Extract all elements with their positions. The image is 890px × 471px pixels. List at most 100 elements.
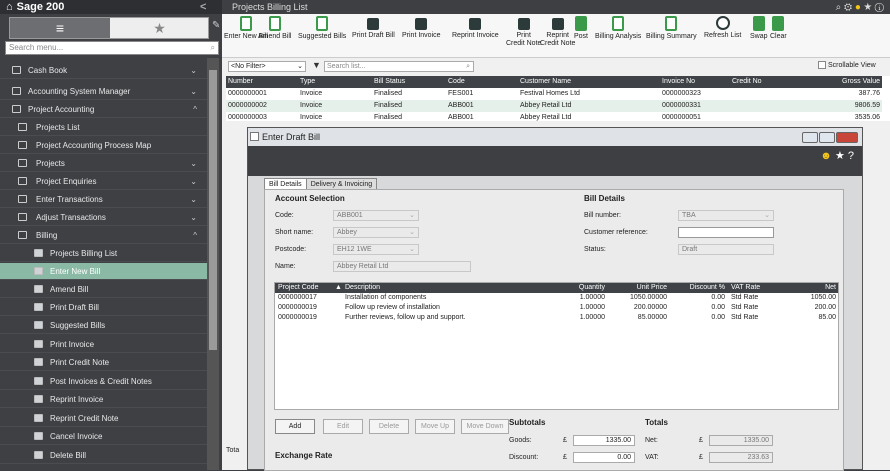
sort-ascending-icon[interactable]: ▲ — [335, 283, 342, 293]
nav-billing[interactable]: Billing ^ — [0, 227, 207, 244]
project-accounting-icon — [12, 105, 21, 113]
bill-line-row[interactable]: 0000000019 Further reviews, follow up and… — [275, 313, 838, 323]
nav-cancel-invoice[interactable]: Cancel Invoice — [0, 428, 207, 445]
nav-projects-billing-list[interactable]: Projects Billing List — [0, 245, 207, 262]
move-down-button[interactable]: Move Down — [461, 419, 509, 434]
delete-button[interactable]: Delete — [369, 419, 409, 434]
list-search-input[interactable]: Search list... ⌕ — [324, 61, 474, 72]
bill-line-row[interactable]: 0000000019 Follow up review of installati… — [275, 303, 838, 313]
code-field[interactable]: ABB001 ⌄ — [333, 210, 419, 221]
nav-projects[interactable]: Projects ⌄ — [0, 155, 207, 172]
nav-projects-list[interactable]: Projects List — [0, 119, 207, 136]
grid-row[interactable]: 0000000003 Invoice Finalised ABB001 Abbey Re… — [226, 112, 882, 124]
toolbar-button-print-credit-note[interactable]: Print Credit Note — [506, 16, 541, 48]
nav-print-credit-note[interactable]: Print Credit Note — [0, 354, 207, 371]
search-icon[interactable]: ⌕ — [211, 42, 215, 54]
customer-reference-field[interactable] — [678, 227, 774, 238]
help-icon[interactable]: ? — [848, 150, 854, 162]
nav-reprint-credit-note[interactable]: Reprint Credit Note — [0, 410, 207, 427]
filter-icon[interactable]: ▼ — [312, 60, 321, 70]
nav-project-enquiries[interactable]: Project Enquiries ⌄ — [0, 173, 207, 190]
line-cell: 0.00 — [711, 304, 725, 311]
name-value: Abbey Retail Ltd — [337, 263, 389, 270]
form-icon — [34, 303, 43, 311]
nav-accounting-system-manager[interactable]: Accounting System Manager ⌄ — [0, 83, 207, 100]
toolbar-label: Print Invoice — [402, 32, 441, 39]
chevron-down-icon: ⌄ — [297, 63, 303, 70]
toolbar-button-reprint-credit-note[interactable]: Reprint Credit Note — [540, 16, 575, 48]
bill-number-field[interactable]: TBA ⌄ — [678, 210, 774, 221]
bill-details-heading: Bill Details — [584, 194, 625, 203]
star-icon[interactable]: ★ — [835, 150, 845, 162]
vat-label: VAT: — [645, 454, 659, 461]
filter-select[interactable]: <No Filter> ⌄ — [228, 61, 306, 72]
short-name-field[interactable]: Abbey ⌄ — [333, 227, 419, 238]
scrollable-view-toggle[interactable]: Scrollable View — [818, 61, 876, 69]
settings-icon[interactable]: ⚙ — [844, 2, 852, 13]
status-value: Draft — [682, 246, 698, 253]
close-button[interactable] — [836, 132, 858, 143]
move-up-button[interactable]: Move Up — [415, 419, 455, 434]
toolbar-button-refresh-list[interactable]: Refresh List — [704, 16, 741, 40]
chevron-down-icon: ⌄ — [190, 177, 197, 186]
minimize-button[interactable] — [802, 132, 818, 143]
grid-row[interactable]: 0000000002 Invoice Finalised ABB001 Abbey Re… — [226, 100, 882, 112]
toolbar-button-print-draft-bill[interactable]: Print Draft Bill — [352, 16, 395, 40]
nav-process-map[interactable]: Project Accounting Process Map — [0, 137, 207, 154]
help-icon[interactable]: ⓘ — [875, 2, 884, 13]
collapse-icon[interactable]: < — [200, 0, 206, 14]
nav-cash-book[interactable]: Cash Book ⌄ — [0, 62, 207, 79]
search-icon[interactable]: ⌕ — [466, 62, 470, 71]
chevron-down-icon: ⌄ — [190, 66, 197, 75]
nav-project-accounting[interactable]: Project Accounting ^ — [0, 101, 207, 118]
maximize-button[interactable] — [819, 132, 835, 143]
toolbar-button-billing-analysis[interactable]: Billing Analysis — [595, 16, 641, 41]
nav-reprint-invoice[interactable]: Reprint Invoice — [0, 391, 207, 408]
edit-button[interactable]: Edit — [323, 419, 363, 434]
nav-enter-new-bill[interactable]: Enter New Bill — [0, 263, 207, 280]
lightbulb-icon[interactable]: ● — [855, 2, 861, 13]
nav-delete-bill[interactable]: Delete Bill — [0, 447, 207, 464]
nav-amend-bill[interactable]: Amend Bill — [0, 281, 207, 298]
grid-cell: Invoice — [300, 114, 323, 121]
nav-enter-transactions[interactable]: Enter Transactions ⌄ — [0, 191, 207, 208]
zoom-icon[interactable]: ⌕ — [836, 2, 842, 13]
line-cell: 0000000019 — [278, 304, 317, 311]
nav-label: Projects List — [36, 123, 80, 132]
grid-cell: 0000000331 — [662, 102, 701, 109]
toolbar-button-suggested-bills[interactable]: Suggested Bills — [298, 16, 346, 41]
sidebar-scroll-thumb[interactable] — [209, 70, 217, 350]
lines-header-row: Project Code Description Quantity Unit Pric… — [275, 283, 838, 293]
scrollable-view-checkbox[interactable] — [818, 61, 826, 69]
grid-row[interactable]: 0000000001 Invoice Finalised FES001 Festival… — [226, 88, 882, 100]
goods-field[interactable]: 1335.00 — [573, 435, 635, 446]
toolbar-button-post[interactable]: Post — [574, 16, 588, 41]
nav-print-invoice[interactable]: Print Invoice — [0, 336, 207, 353]
toolbar-button-billing-summary[interactable]: Billing Summary — [646, 16, 697, 41]
grid-header-row: Number Type Bill Status Code Customer Name In… — [226, 76, 882, 88]
discount-field[interactable]: 0.00 — [573, 452, 635, 463]
toolbar-button-reprint-invoice[interactable]: Reprint Invoice — [452, 16, 499, 40]
nav-adjust-transactions[interactable]: Adjust Transactions ⌄ — [0, 209, 207, 226]
toolbar-button-swap[interactable]: Swap — [750, 16, 768, 41]
menu-search-input[interactable]: Search menu... ⌕ — [5, 41, 219, 55]
toolbar-button-print-invoice[interactable]: Print Invoice — [402, 16, 441, 40]
home-icon[interactable]: ⌂ — [6, 0, 13, 14]
feedback-icon[interactable]: ☻ — [820, 150, 832, 162]
toolbar-button-amend-bill[interactable]: Amend Bill — [258, 16, 291, 41]
star-icon[interactable]: ★ — [864, 2, 872, 13]
nav-print-draft-bill[interactable]: Print Draft Bill — [0, 299, 207, 316]
nav-post-invoices[interactable]: Post Invoices & Credit Notes — [0, 373, 207, 390]
bill-line-row[interactable]: 0000000017 Installation of components 1.00… — [275, 293, 838, 303]
window-title-bar: Projects Billing List ⌕ ⚙ ● ★ ⓘ — [222, 0, 890, 14]
nav-suggested-bills[interactable]: Suggested Bills — [0, 317, 207, 334]
add-button[interactable]: Add — [275, 419, 315, 434]
menu-tab-icon[interactable]: ≡ — [10, 18, 110, 38]
dialog-title-bar[interactable]: Enter Draft Bill — [248, 128, 862, 146]
toolbar-button-clear[interactable]: Clear — [770, 16, 787, 41]
postcode-field[interactable]: EH12 1WE ⌄ — [333, 244, 419, 255]
pin-icon[interactable]: ✎ — [212, 20, 220, 31]
favourites-tab-icon[interactable]: ★ — [110, 18, 209, 38]
chevron-down-icon: ⌄ — [409, 212, 415, 219]
line-cell: Discount % — [689, 284, 725, 291]
